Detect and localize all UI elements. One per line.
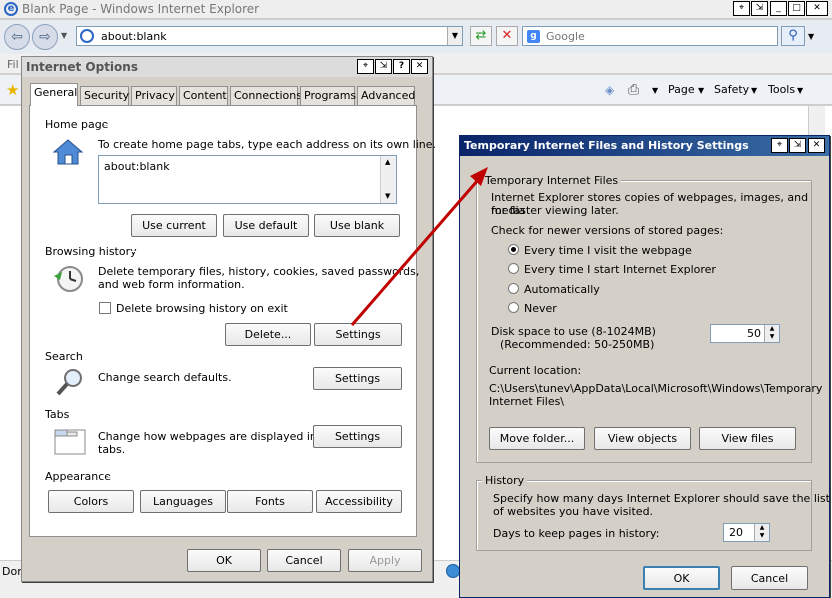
annotation-arrow: [350, 167, 488, 326]
tab-general[interactable]: General: [30, 83, 78, 106]
annotation-arrow-line: [350, 179, 480, 326]
annotation-arrow-head: [470, 167, 488, 186]
